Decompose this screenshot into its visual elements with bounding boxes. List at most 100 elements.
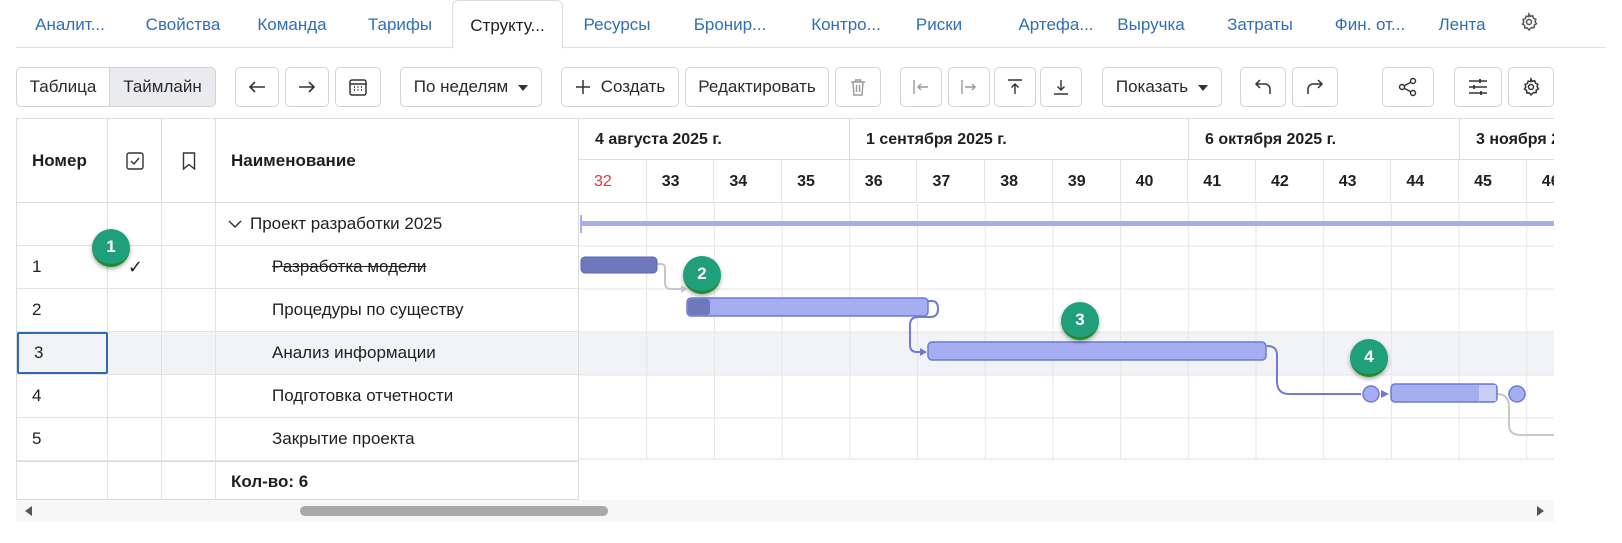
tabs-settings-gear-icon[interactable]	[1519, 11, 1541, 34]
grid-footer: Кол-во: 6	[17, 461, 579, 501]
tab-structure[interactable]: Структу...	[452, 0, 563, 49]
trash-icon	[851, 79, 865, 96]
dependency-connector	[1496, 393, 1554, 436]
share-button[interactable]	[1382, 67, 1434, 107]
task-bar-3	[927, 341, 1267, 361]
tab-analytics[interactable]: Аналит...	[16, 0, 124, 48]
indent-right-button[interactable]	[948, 67, 990, 107]
week-header: 35	[782, 160, 850, 203]
table-row-selected[interactable]: 3 Анализ информации	[17, 332, 579, 375]
bar-start-handle	[1362, 385, 1380, 403]
period-select[interactable]: По неделям	[400, 67, 542, 107]
table-row[interactable]: 4 Подготовка отчетности	[17, 375, 579, 418]
plus-icon	[575, 80, 590, 94]
week-header: 43	[1323, 160, 1392, 203]
gear-icon	[1523, 77, 1540, 97]
row-check[interactable]	[108, 418, 162, 460]
footer-cell	[108, 462, 162, 501]
tab-team[interactable]: Команда	[242, 0, 342, 48]
row-bookmark[interactable]	[162, 246, 216, 288]
tab-booking[interactable]: Бронир...	[680, 0, 780, 48]
outdent-icon	[913, 80, 928, 94]
tab-artifacts[interactable]: Артефа...	[1008, 0, 1104, 48]
scroll-right-arrow-icon[interactable]	[1537, 506, 1544, 516]
row-bookmark[interactable]	[162, 203, 216, 245]
calendar-button[interactable]	[335, 67, 381, 107]
dependency-connector	[657, 263, 681, 290]
task-bar-2-progress	[688, 299, 710, 315]
scroll-left-arrow-icon[interactable]	[25, 506, 32, 516]
column-header-number[interactable]: Номер	[17, 119, 108, 203]
gantt-chart-area[interactable]	[579, 203, 1554, 500]
row-check[interactable]	[108, 375, 162, 417]
annotation-marker-4: 4	[1350, 339, 1388, 377]
row-name[interactable]: Проект разработки 2025	[216, 203, 579, 245]
month-header: 6 октября 2025 г.	[1189, 119, 1460, 160]
row-name[interactable]: Разработка модели	[216, 246, 579, 288]
arrow-right-button[interactable]	[285, 67, 329, 107]
table-row[interactable]: 2 Процедуры по существу	[17, 289, 579, 332]
row-name-text: Проект разработки 2025	[250, 214, 443, 233]
tab-revenue[interactable]: Выручка	[1106, 0, 1196, 48]
tab-fin-reports[interactable]: Фин. от...	[1320, 0, 1420, 48]
scrollbar-thumb[interactable]	[300, 506, 608, 516]
row-check[interactable]	[108, 332, 162, 374]
month-header: 3 ноября 2025 г.	[1460, 119, 1554, 160]
tab-resources[interactable]: Ресурсы	[571, 0, 663, 48]
row-name[interactable]: Анализ информации	[216, 332, 579, 374]
horizontal-scrollbar[interactable]	[16, 500, 1554, 522]
column-header-name[interactable]: Наименование	[216, 119, 579, 203]
arrow-left-button[interactable]	[235, 67, 279, 107]
undo-icon	[1254, 79, 1271, 94]
footer-cell	[17, 462, 108, 501]
settings-button[interactable]	[1508, 67, 1554, 107]
edit-button[interactable]: Редактировать	[685, 67, 829, 107]
bookmark-icon	[182, 151, 195, 170]
week-header: 44	[1391, 160, 1460, 203]
tab-feed[interactable]: Лента	[1432, 0, 1492, 48]
month-header: 4 августа 2025 г.	[579, 119, 850, 160]
row-number-selected-cell[interactable]: 3	[17, 332, 108, 374]
arrow-right-icon	[299, 81, 316, 93]
task-bar-4-hatch	[1479, 385, 1496, 401]
move-down-button[interactable]	[1040, 67, 1082, 107]
undo-button[interactable]	[1240, 67, 1286, 107]
move-up-button[interactable]	[994, 67, 1036, 107]
redo-button[interactable]	[1292, 67, 1338, 107]
row-check[interactable]	[108, 289, 162, 331]
week-header: 42	[1256, 160, 1324, 203]
create-button[interactable]: Создать	[561, 67, 679, 107]
row-bookmark[interactable]	[162, 289, 216, 331]
row-bookmark[interactable]	[162, 418, 216, 460]
row-number: 4	[17, 375, 108, 417]
annotation-marker-1: 1	[92, 229, 130, 267]
task-bar-1	[580, 256, 658, 274]
tab-properties[interactable]: Свойства	[132, 0, 234, 48]
project-summary-bar	[581, 221, 1554, 226]
create-button-label: Создать	[600, 77, 666, 96]
indent-left-button[interactable]	[900, 67, 942, 107]
row-name[interactable]: Подготовка отчетности	[216, 375, 579, 417]
week-header: 45	[1459, 160, 1527, 203]
indent-icon	[961, 80, 976, 94]
table-row[interactable]: 5 Закрытие проекта	[17, 418, 579, 461]
redo-icon	[1307, 79, 1324, 94]
filter-settings-button[interactable]	[1454, 67, 1502, 107]
task-bar-2	[686, 297, 929, 317]
tab-control[interactable]: Контро...	[796, 0, 896, 48]
row-count: Кол-во: 6	[216, 462, 579, 501]
row-bookmark[interactable]	[162, 375, 216, 417]
view-table-button[interactable]: Таблица	[16, 67, 110, 107]
view-timeline-button[interactable]: Таймлайн	[110, 67, 216, 107]
show-select[interactable]: Показать	[1102, 67, 1222, 107]
tab-risks[interactable]: Риски	[904, 0, 974, 48]
tab-costs[interactable]: Затраты	[1212, 0, 1308, 48]
column-header-check[interactable]	[108, 119, 162, 203]
row-name[interactable]: Процедуры по существу	[216, 289, 579, 331]
chevron-down-icon[interactable]	[228, 219, 242, 229]
column-header-bookmark[interactable]	[162, 119, 216, 203]
delete-button[interactable]	[835, 67, 881, 107]
tab-tariffs[interactable]: Тарифы	[352, 0, 448, 48]
row-bookmark[interactable]	[162, 332, 216, 374]
row-name[interactable]: Закрытие проекта	[216, 418, 579, 460]
